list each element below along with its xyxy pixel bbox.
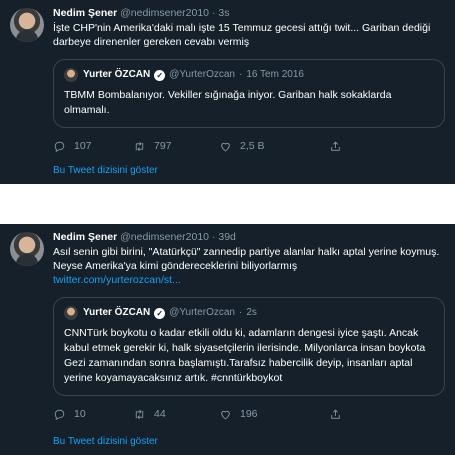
reply-icon	[54, 409, 65, 420]
share-icon	[331, 141, 340, 151]
reply-icon	[54, 141, 65, 152]
quoted-tweet-text: CNNTürk boykotu o kadar etkili oldu ki, …	[64, 327, 426, 384]
retweet-count: 797	[154, 140, 172, 152]
quoted-tweet-time: 2s	[246, 307, 257, 318]
tweet-header: Nedim Şener @nedimsener2010 · 3s	[53, 6, 445, 20]
tweet-card[interactable]: Nedim Şener @nedimsener2010 · 39d Asıl s…	[0, 224, 455, 455]
separator-dot: ·	[238, 69, 243, 80]
like-button[interactable]: 196	[219, 408, 329, 421]
tweet-text-content: Asıl senin gibi birini, "Atatürkçü" zann…	[53, 246, 440, 272]
avatar[interactable]	[10, 232, 44, 266]
author-handle[interactable]: @nedimsener2010	[120, 231, 209, 243]
heart-icon	[221, 410, 230, 419]
quoted-tweet-time: 16 Tem 2016	[246, 69, 304, 80]
like-button[interactable]: 2,5 B	[219, 140, 329, 153]
tweet-card[interactable]: Nedim Şener @nedimsener2010 · 3s İşte CH…	[0, 0, 455, 184]
quoted-avatar	[64, 306, 78, 320]
quoted-avatar	[64, 68, 78, 82]
heart-icon	[221, 142, 230, 151]
separator-dot: ·	[238, 307, 243, 318]
tweet-header: Nedim Şener @nedimsener2010 · 39d	[53, 230, 445, 244]
tweet-body: Nedim Şener @nedimsener2010 · 39d Asıl s…	[53, 230, 445, 422]
share-icon	[331, 409, 340, 419]
retweet-icon	[135, 141, 144, 151]
share-button[interactable]	[329, 140, 350, 153]
quoted-tweet[interactable]: Yurter ÖZCAN ✓ @YurterOzcan · 2s CNNTürk…	[53, 297, 445, 396]
reply-button[interactable]: 10	[53, 408, 133, 421]
author-name[interactable]: Nedim Şener	[53, 7, 117, 19]
retweet-count: 44	[154, 408, 166, 420]
reply-count: 107	[74, 140, 92, 152]
separator-dot: ·	[211, 231, 216, 243]
author-name[interactable]: Nedim Şener	[53, 231, 117, 243]
tweet-actions: 107 797 2,5 B	[53, 138, 445, 154]
show-thread-link[interactable]: Bu Tweet dizisini göster	[53, 165, 158, 176]
quoted-author-handle: @YurterOzcan	[169, 307, 235, 318]
quoted-tweet-header: Yurter ÖZCAN ✓ @YurterOzcan · 16 Tem 201…	[64, 68, 434, 82]
retweet-button[interactable]: 797	[133, 140, 219, 153]
retweet-icon	[135, 409, 144, 419]
verified-badge-icon: ✓	[154, 307, 166, 319]
reply-button[interactable]: 107	[53, 140, 133, 153]
separator-dot: ·	[211, 7, 216, 19]
tweet-time[interactable]: 3s	[218, 7, 229, 19]
quoted-tweet[interactable]: Yurter ÖZCAN ✓ @YurterOzcan · 16 Tem 201…	[53, 59, 445, 128]
tweet-text: Asıl senin gibi birini, "Atatürkçü" zann…	[53, 245, 445, 287]
show-thread-link[interactable]: Bu Tweet dizisini göster	[53, 436, 158, 447]
reply-count: 10	[74, 408, 86, 420]
share-button[interactable]	[329, 408, 350, 421]
tweet-text: İşte CHP'nin Amerika'daki malı işte 15 T…	[53, 22, 431, 48]
like-count: 196	[240, 408, 258, 420]
quoted-author-name: Yurter ÖZCAN	[83, 69, 151, 80]
tweet-actions: 10 44 196	[53, 406, 445, 422]
verified-badge-icon: ✓	[154, 69, 166, 81]
author-handle[interactable]: @nedimsener2010	[120, 7, 209, 19]
avatar[interactable]	[10, 8, 44, 42]
tweet-link[interactable]: twitter.com/yurterozcan/st...	[53, 273, 445, 287]
quoted-tweet-header: Yurter ÖZCAN ✓ @YurterOzcan · 2s	[64, 306, 434, 320]
quoted-author-handle: @YurterOzcan	[169, 69, 235, 80]
retweet-button[interactable]: 44	[133, 408, 219, 421]
tweet-time[interactable]: 39d	[218, 231, 236, 243]
like-count: 2,5 B	[240, 140, 265, 152]
quoted-author-name: Yurter ÖZCAN	[83, 307, 151, 318]
tweet-body: Nedim Şener @nedimsener2010 · 3s İşte CH…	[53, 6, 445, 154]
quoted-tweet-text: TBMM Bombalanıyor. Vekiller sığınağa ini…	[64, 89, 392, 116]
